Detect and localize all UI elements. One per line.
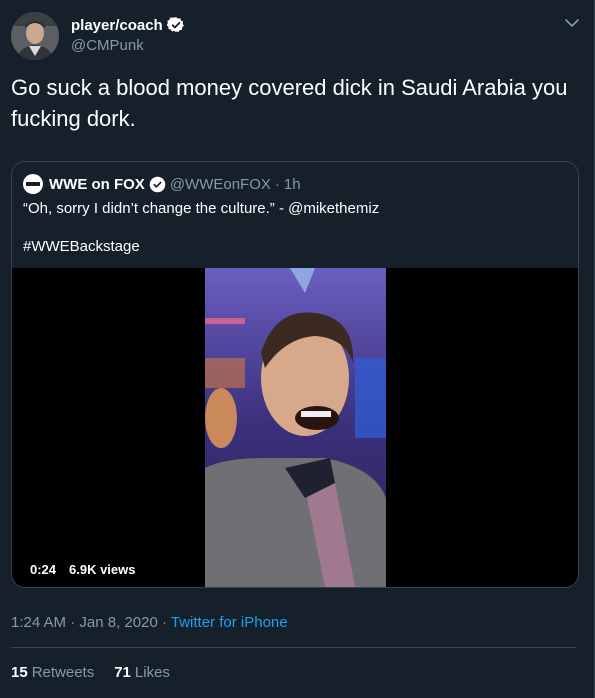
tweet-stats: 15 Retweets 71 Likes	[11, 664, 170, 681]
author-name-text[interactable]: player/coach	[71, 17, 163, 34]
quoted-handle[interactable]: @WWEonFOX	[170, 176, 271, 193]
video-frame[interactable]	[205, 268, 386, 587]
retweets-count: 15	[11, 664, 28, 681]
author-avatar[interactable]	[11, 12, 59, 60]
meta-separator: ·	[70, 614, 80, 631]
quoted-tweet-header: WWE on FOX @WWEonFOX · 1h	[23, 174, 301, 194]
quoted-tweet[interactable]: WWE on FOX @WWEonFOX · 1h “Oh, sorry I d…	[11, 161, 579, 588]
video-duration-badge: 0:24	[24, 560, 63, 580]
author-display-name[interactable]: player/coach	[71, 16, 185, 34]
verified-badge-icon	[149, 176, 166, 192]
author-handle[interactable]: @CMPunk	[71, 37, 144, 54]
meta-separator: ·	[161, 614, 171, 631]
separator-dot: ·	[274, 175, 280, 193]
quoted-tweet-text: “Oh, sorry I didn’t change the culture.”…	[23, 200, 380, 217]
video-thumbnail	[205, 268, 386, 587]
divider	[11, 647, 576, 648]
tweet-card: player/coach @CMPunk Go suck a blood mon…	[0, 0, 595, 698]
tweet-date[interactable]: Jan 8, 2020	[79, 614, 157, 631]
likes-label: Likes	[134, 664, 170, 681]
video-player[interactable]: 0:24 6.9K views	[12, 268, 578, 587]
chevron-down-icon[interactable]	[563, 14, 581, 32]
tweet-source-link[interactable]: Twitter for iPhone	[171, 614, 288, 631]
video-views-badge: 6.9K views	[63, 560, 142, 580]
user-avatar-icon	[11, 12, 59, 60]
quoted-display-name[interactable]: WWE on FOX	[49, 176, 145, 193]
likes-count: 71	[114, 664, 131, 681]
tweet-meta: 1:24 AM · Jan 8, 2020 · Twitter for iPho…	[11, 614, 288, 631]
quoted-time[interactable]: 1h	[284, 176, 301, 193]
wwe-logo-icon	[23, 174, 43, 194]
verified-badge-icon	[166, 17, 184, 33]
tweet-time[interactable]: 1:24 AM	[11, 614, 66, 631]
quoted-hashtag[interactable]: #WWEBackstage	[23, 238, 140, 255]
likes-stat[interactable]: 71 Likes	[114, 664, 170, 681]
retweets-stat[interactable]: 15 Retweets	[11, 664, 94, 681]
retweets-label: Retweets	[31, 664, 95, 681]
tweet-text: Go suck a blood money covered dick in Sa…	[11, 75, 568, 131]
